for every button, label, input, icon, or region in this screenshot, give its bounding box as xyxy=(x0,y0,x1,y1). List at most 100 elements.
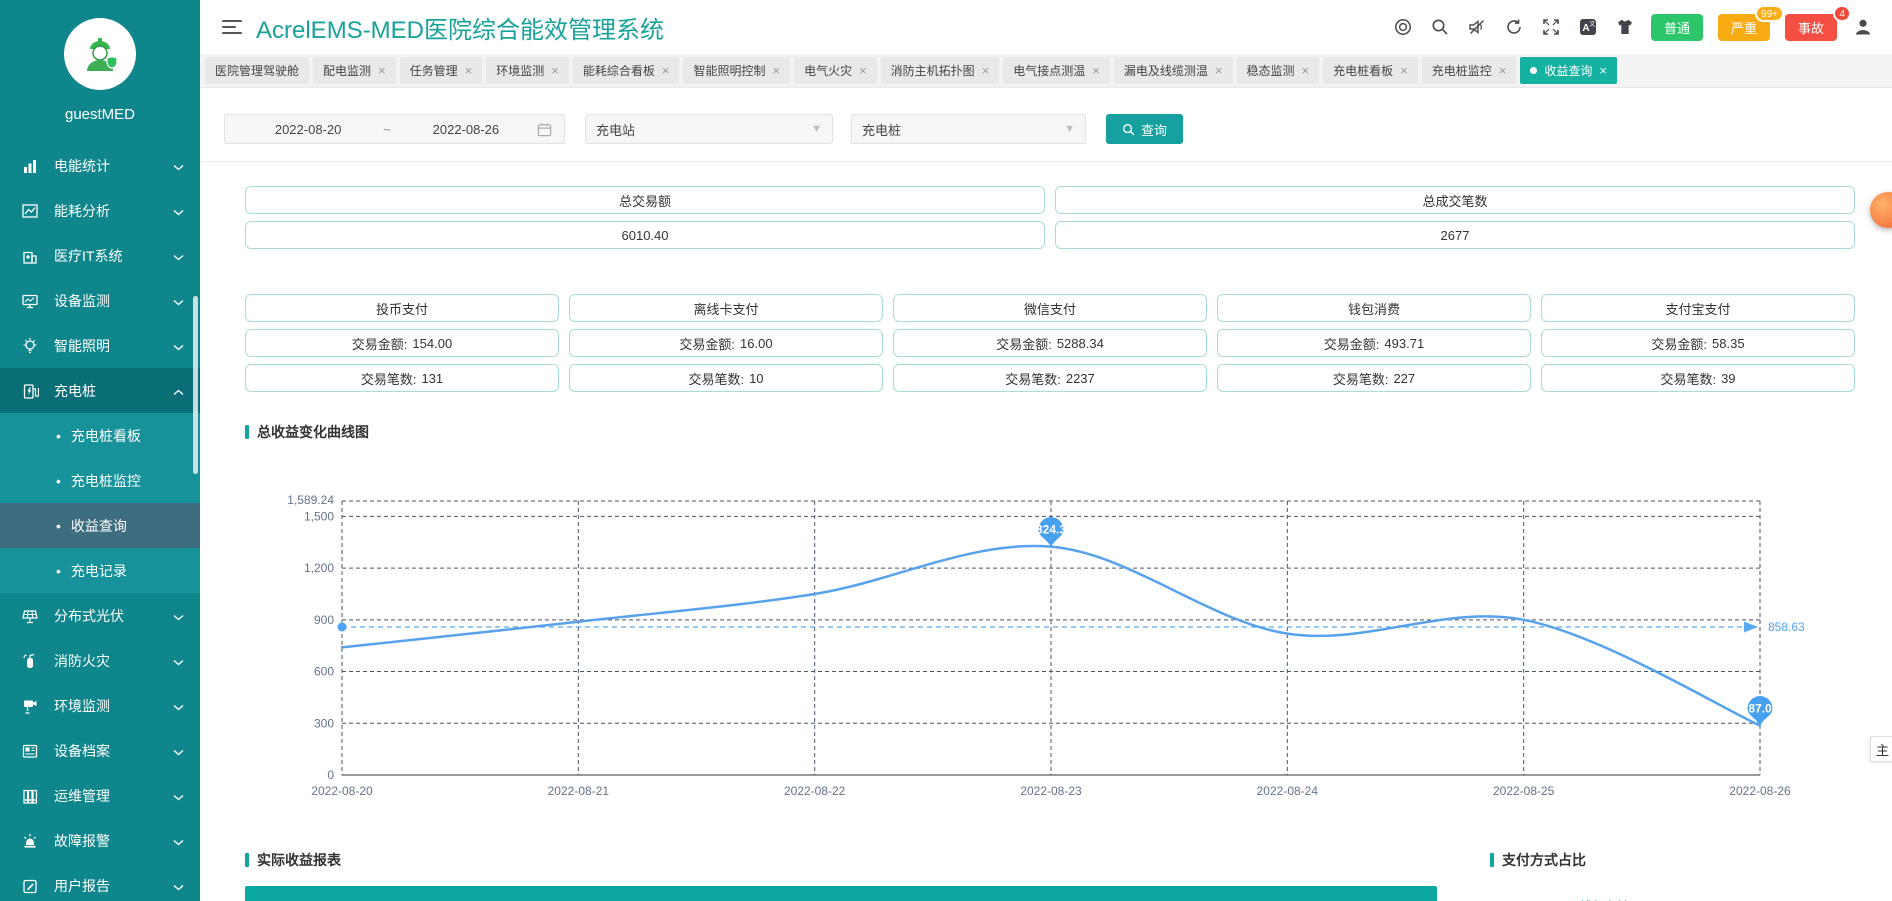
sidebar-item-故障报警[interactable]: 故障报警 xyxy=(0,818,200,863)
sidebar-item-运维管理[interactable]: 运维管理 xyxy=(0,773,200,818)
mute-icon[interactable] xyxy=(1466,16,1488,38)
payment-card-title: 离线卡支付 xyxy=(569,294,883,322)
bulb-icon xyxy=(20,336,40,356)
sidebar-item-环境监测[interactable]: 环境监测 xyxy=(0,683,200,728)
tab-电气接点测温[interactable]: 电气接点测温× xyxy=(1003,57,1110,84)
payment-count: 交易笔数:2237 xyxy=(893,364,1207,392)
chevron-down-icon: ▼ xyxy=(811,123,822,135)
right-edge-tab-label: 主 xyxy=(1876,740,1889,759)
sidebar-item-设备档案[interactable]: 设备档案 xyxy=(0,728,200,773)
refresh-icon[interactable] xyxy=(1503,16,1525,38)
status-badge[interactable]: 普通 xyxy=(1651,14,1703,41)
tab-漏电及线缆测温[interactable]: 漏电及线缆测温× xyxy=(1114,57,1233,84)
tab-收益查询[interactable]: 收益查询× xyxy=(1520,57,1617,84)
query-button[interactable]: 查询 xyxy=(1106,114,1183,144)
tab-label: 医院管理驾驶舱 xyxy=(215,62,299,79)
tab-消防主机拓扑图[interactable]: 消防主机拓扑图× xyxy=(881,57,1000,84)
payment-amount: 交易金额:5288.34 xyxy=(893,329,1207,357)
title-accent-bar xyxy=(245,425,249,439)
tab-label: 任务管理 xyxy=(410,62,458,79)
sidebar-item-用户报告[interactable]: 用户报告 xyxy=(0,863,200,901)
sidebar-item-医疗IT系统[interactable]: 医疗IT系统 xyxy=(0,233,200,278)
station-select[interactable]: 充电站 ▼ xyxy=(585,114,833,144)
page-content: 2022-08-20 ~ 2022-08-26 充电站 ▼ 充电桩 xyxy=(200,88,1892,901)
tab-close-icon[interactable]: × xyxy=(772,63,780,78)
sidebar-scrollbar[interactable] xyxy=(193,296,198,474)
svg-text:300: 300 xyxy=(314,716,334,730)
tab-label: 充电桩看板 xyxy=(1333,62,1393,79)
revenue-line-chart[interactable]: 03006009001,2001,5001,589.242022-08-2020… xyxy=(200,446,1892,806)
worker-avatar-icon xyxy=(77,31,123,77)
sidebar-item-充电桩[interactable]: 充电桩 xyxy=(0,368,200,413)
sidebar-subitem-label: 充电桩监控 xyxy=(71,471,141,491)
status-badge-label: 严重 xyxy=(1731,18,1757,37)
tab-close-icon[interactable]: × xyxy=(1302,63,1310,78)
chevron-down-icon: ▼ xyxy=(1064,123,1075,135)
calendar-icon xyxy=(537,122,552,137)
pie-section: 支付方式占比 钱包支付 xyxy=(1490,850,1855,901)
tab-close-icon[interactable]: × xyxy=(662,63,670,78)
right-edge-tab[interactable]: 主 xyxy=(1870,736,1892,762)
report-icon xyxy=(20,876,40,896)
svg-text:858.63: 858.63 xyxy=(1768,620,1805,634)
chevron-down-icon xyxy=(173,833,184,849)
tab-医院管理驾驶舱[interactable]: 医院管理驾驶舱 xyxy=(205,57,309,84)
tab-close-icon[interactable]: × xyxy=(378,63,386,78)
svg-text:1,589.24: 1,589.24 xyxy=(287,493,334,507)
date-end[interactable]: 2022-08-26 xyxy=(395,122,537,137)
sidebar-item-能耗分析[interactable]: 能耗分析 xyxy=(0,188,200,233)
sidebar-subitem-充电桩监控[interactable]: • 充电桩监控 xyxy=(0,458,200,503)
tab-close-icon[interactable]: × xyxy=(1400,63,1408,78)
tab-环境监测[interactable]: 环境监测× xyxy=(486,57,569,84)
tab-稳态监测[interactable]: 稳态监测× xyxy=(1237,57,1320,84)
tab-close-icon[interactable]: × xyxy=(859,63,867,78)
status-badge-label: 事故 xyxy=(1798,18,1824,37)
translate-icon[interactable]: A文 xyxy=(1577,16,1599,38)
chevron-down-icon xyxy=(173,743,184,759)
line-chart-icon xyxy=(20,201,40,221)
sidebar-subitem-label: 充电记录 xyxy=(71,561,127,581)
pile-select[interactable]: 充电桩 ▼ xyxy=(851,114,1086,144)
sidebar-item-电能统计[interactable]: 电能统计 xyxy=(0,143,200,188)
bullet-icon: • xyxy=(56,473,61,489)
sidebar-subitem-收益查询[interactable]: •收益查询 xyxy=(0,503,200,548)
date-start[interactable]: 2022-08-20 xyxy=(237,122,379,137)
tab-配电监测[interactable]: 配电监测× xyxy=(313,57,396,84)
tab-close-icon[interactable]: × xyxy=(465,63,473,78)
tab-电气火灾[interactable]: 电气火灾× xyxy=(794,57,877,84)
search-icon[interactable] xyxy=(1429,16,1451,38)
fullscreen-icon[interactable] xyxy=(1540,16,1562,38)
tab-close-icon[interactable]: × xyxy=(1215,63,1223,78)
sidebar-item-分布式光伏[interactable]: 分布式光伏 xyxy=(0,593,200,638)
pie-section-title: 支付方式占比 xyxy=(1490,850,1855,870)
status-badge[interactable]: 严重99+ xyxy=(1718,14,1770,41)
menu-toggle-icon[interactable] xyxy=(222,20,242,34)
tab-充电桩监控[interactable]: 充电桩监控× xyxy=(1422,57,1517,84)
tab-智能照明控制[interactable]: 智能照明控制× xyxy=(683,57,790,84)
tab-任务管理[interactable]: 任务管理 × xyxy=(400,57,483,84)
sidebar-item-消防火灾[interactable]: 消防火灾 xyxy=(0,638,200,683)
user-icon[interactable] xyxy=(1852,16,1874,38)
payment-card-title: 支付宝支付 xyxy=(1541,294,1855,322)
sidebar-subitem-充电桩看板[interactable]: •充电桩看板 xyxy=(0,413,200,458)
theme-icon[interactable] xyxy=(1614,16,1636,38)
tab-close-icon[interactable]: × xyxy=(1499,63,1507,78)
payment-count: 交易笔数:39 xyxy=(1541,364,1855,392)
sidebar-item-设备监测[interactable]: 设备监测 xyxy=(0,278,200,323)
sidebar-subitem-充电记录[interactable]: •充电记录 xyxy=(0,548,200,593)
top-header: AcrelEMS-MED医院综合能效管理系统 A文普通严重99+事故4 xyxy=(200,0,1892,54)
tab-能耗综合看板[interactable]: 能耗综合看板× xyxy=(573,57,680,84)
sidebar-subitem-label: 充电桩看板 xyxy=(71,426,141,446)
status-badge[interactable]: 事故4 xyxy=(1785,14,1837,41)
date-range-picker[interactable]: 2022-08-20 ~ 2022-08-26 xyxy=(224,114,565,144)
tab-close-icon[interactable]: × xyxy=(1092,63,1100,78)
chart-title-text: 总收益变化曲线图 xyxy=(257,422,369,442)
tab-close-icon[interactable]: × xyxy=(551,63,559,78)
sidebar-item-智能照明[interactable]: 智能照明 xyxy=(0,323,200,368)
sidebar-nav: 电能统计能耗分析医疗IT系统设备监测智能照明充电桩•充电桩看板 • 充电桩监控 •收益… xyxy=(0,143,200,901)
lifebuoy-icon[interactable] xyxy=(1392,16,1414,38)
tab-close-icon[interactable]: × xyxy=(982,63,990,78)
tab-充电桩看板[interactable]: 充电桩看板 × xyxy=(1323,57,1418,84)
tab-close-icon[interactable]: × xyxy=(1599,63,1607,78)
sidebar-item-label: 电能统计 xyxy=(54,156,173,176)
